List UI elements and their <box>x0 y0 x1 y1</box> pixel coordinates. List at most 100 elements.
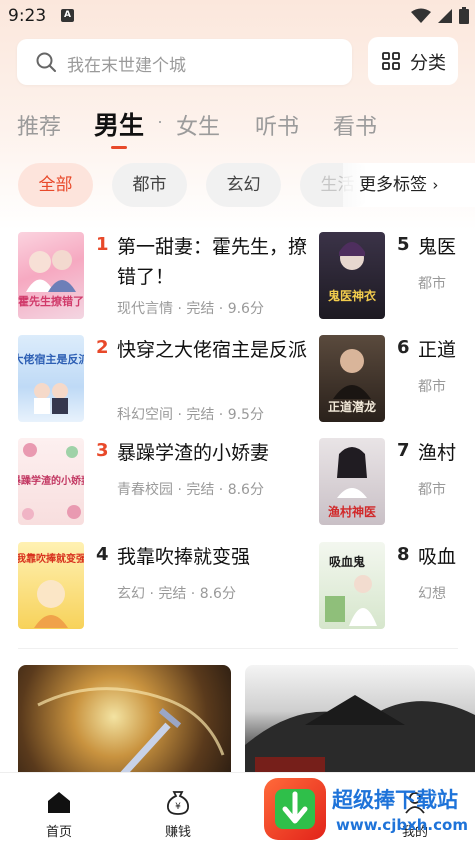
category-button[interactable]: 分类 <box>368 37 458 85</box>
tab-separator-dot <box>159 121 161 123</box>
site-watermark: 超级捧下载站 www.cjbxh.com <box>262 776 475 842</box>
book-item-7[interactable]: 渔村神医 7 渔村 都市 <box>319 438 475 528</box>
book-item-1[interactable]: 霍先生撩错了 1 第一甜妻：霍先生，撩错了！ 现代言情 · 完结 · 9.6分 <box>18 232 308 322</box>
nav-home[interactable]: 首页 <box>19 789 99 840</box>
rank-number: 6 <box>397 337 410 358</box>
book-cover: 我靠吹捧就变强 <box>18 542 84 629</box>
signal-icon <box>438 8 452 23</box>
home-icon <box>48 792 70 813</box>
status-icons <box>411 7 469 24</box>
book-title: 正道 <box>418 339 457 361</box>
status-time: 9:23 <box>8 6 47 26</box>
book-item-3[interactable]: 暴躁学渣的小娇妻 3 暴躁学渣的小娇妻 青春校园 · 完结 · 8.6分 <box>18 438 308 528</box>
book-cover: 大佬宿主是反派 <box>18 335 84 422</box>
book-title: 快穿之大佬宿主是反派 <box>117 339 308 361</box>
book-cover: 正道潜龙 <box>319 335 385 422</box>
cover-title: 霍先生撩错了 <box>18 294 84 308</box>
cover-title: 大佬宿主是反派 <box>18 352 84 366</box>
chevron-right-icon: › <box>432 176 439 194</box>
active-tab-indicator <box>111 146 127 149</box>
cover-art: 渔村神医 <box>328 447 376 519</box>
nav-earn[interactable]: ¥ 赚钱 <box>138 789 218 840</box>
cover-art: 正道潜龙 <box>328 349 376 414</box>
cover-art: 吸血鬼 <box>325 554 377 626</box>
wifi-icon <box>411 8 431 23</box>
tab-reading[interactable]: 看书 <box>333 109 377 141</box>
watermark-url: www.cjbxh.com <box>336 816 468 834</box>
money-bag-icon: ¥ <box>167 791 189 815</box>
cover-title: 鬼医神衣 <box>328 288 376 303</box>
notification-icon: A <box>61 9 74 22</box>
book-title: 吸血 <box>418 546 457 568</box>
cover-title: 暴躁学渣的小娇妻 <box>18 474 84 487</box>
book-item-6[interactable]: 正道潜龙 6 正道 都市 <box>319 335 475 425</box>
more-tags-label: 更多标签 <box>359 175 427 195</box>
rank-number: 7 <box>397 440 410 461</box>
nav-home-label: 首页 <box>45 825 72 840</box>
rank-number: 8 <box>397 544 410 565</box>
channel-tabs: 推荐 男生 女生 听书 看书 <box>0 105 475 155</box>
cover-art: 我靠吹捧就变强 <box>18 552 84 628</box>
book-title: 我靠吹捧就变强 <box>117 546 251 568</box>
book-meta: 都市 <box>418 379 446 395</box>
cover-art: 暴躁学渣的小娇妻 <box>18 443 84 520</box>
banner-card-2[interactable] <box>245 665 475 780</box>
banner-art <box>37 687 225 780</box>
banner-card-1[interactable] <box>18 665 231 780</box>
download-logo-icon <box>264 778 326 840</box>
chip-urban[interactable]: 都市 <box>112 163 187 207</box>
rank-number: 1 <box>96 234 109 255</box>
category-label: 分类 <box>410 53 446 74</box>
cover-title: 正道潜龙 <box>328 399 376 414</box>
search-icon <box>36 52 56 72</box>
book-meta: 玄幻 · 完结 · 8.6分 <box>117 586 236 602</box>
cover-title: 渔村神医 <box>328 504 376 519</box>
cover-art: 霍先生撩错了 <box>18 250 84 308</box>
book-item-8[interactable]: 吸血鬼 8 吸血 幻想 <box>319 542 475 632</box>
book-title: 鬼医 <box>418 236 457 258</box>
book-title: 渔村 <box>418 442 457 464</box>
search-input[interactable]: 我在末世建个城 <box>17 39 352 85</box>
book-title: 第一甜妻：霍先生，撩错了！ <box>117 236 308 288</box>
book-cover: 霍先生撩错了 <box>18 232 84 319</box>
status-bar: 9:23 A <box>0 0 475 30</box>
tab-female[interactable]: 女生 <box>176 109 220 141</box>
nav-earn-label: 赚钱 <box>164 825 191 840</box>
svg-text:¥: ¥ <box>175 802 181 812</box>
book-meta: 现代言情 · 完结 · 9.6分 <box>117 301 264 317</box>
search-placeholder: 我在末世建个城 <box>67 56 186 76</box>
watermark-title: 超级捧下载站 <box>332 788 458 812</box>
book-meta: 都市 <box>418 482 446 498</box>
section-divider <box>18 648 458 649</box>
chip-all[interactable]: 全部 <box>18 163 93 207</box>
book-cover: 吸血鬼 <box>319 542 385 629</box>
battery-icon <box>459 7 469 24</box>
cover-art: 鬼医神衣 <box>328 242 376 303</box>
tab-audiobook[interactable]: 听书 <box>255 109 299 141</box>
cover-art: 大佬宿主是反派 <box>18 352 84 414</box>
chip-fantasy[interactable]: 玄幻 <box>206 163 281 207</box>
book-item-4[interactable]: 我靠吹捧就变强 4 我靠吹捧就变强 玄幻 · 完结 · 8.6分 <box>18 542 308 632</box>
rank-number: 2 <box>96 337 109 358</box>
rank-number: 5 <box>397 234 410 255</box>
book-meta: 青春校园 · 完结 · 8.6分 <box>117 482 264 498</box>
grid-icon <box>382 52 400 70</box>
book-meta: 科幻空间 · 完结 · 9.5分 <box>117 407 264 423</box>
banner-art <box>245 695 475 780</box>
tag-chips: 全部 都市 玄幻 生活 更多标签 › <box>0 163 475 209</box>
cover-title: 吸血鬼 <box>329 554 365 569</box>
book-cover: 鬼医神衣 <box>319 232 385 319</box>
more-tags-button[interactable]: 更多标签 › <box>343 163 475 207</box>
book-item-5[interactable]: 鬼医神衣 5 鬼医 都市 <box>319 232 475 322</box>
book-meta: 幻想 <box>418 586 446 602</box>
rank-number: 4 <box>96 544 109 565</box>
cover-title: 我靠吹捧就变强 <box>18 552 84 565</box>
book-cover: 暴躁学渣的小娇妻 <box>18 438 84 525</box>
book-meta: 都市 <box>418 276 446 292</box>
tab-recommend[interactable]: 推荐 <box>17 109 61 141</box>
tab-male[interactable]: 男生 <box>94 106 144 142</box>
book-cover: 渔村神医 <box>319 438 385 525</box>
rank-number: 3 <box>96 440 109 461</box>
book-item-2[interactable]: 大佬宿主是反派 2 快穿之大佬宿主是反派 科幻空间 · 完结 · 9.5分 <box>18 335 308 425</box>
book-title: 暴躁学渣的小娇妻 <box>117 442 270 464</box>
